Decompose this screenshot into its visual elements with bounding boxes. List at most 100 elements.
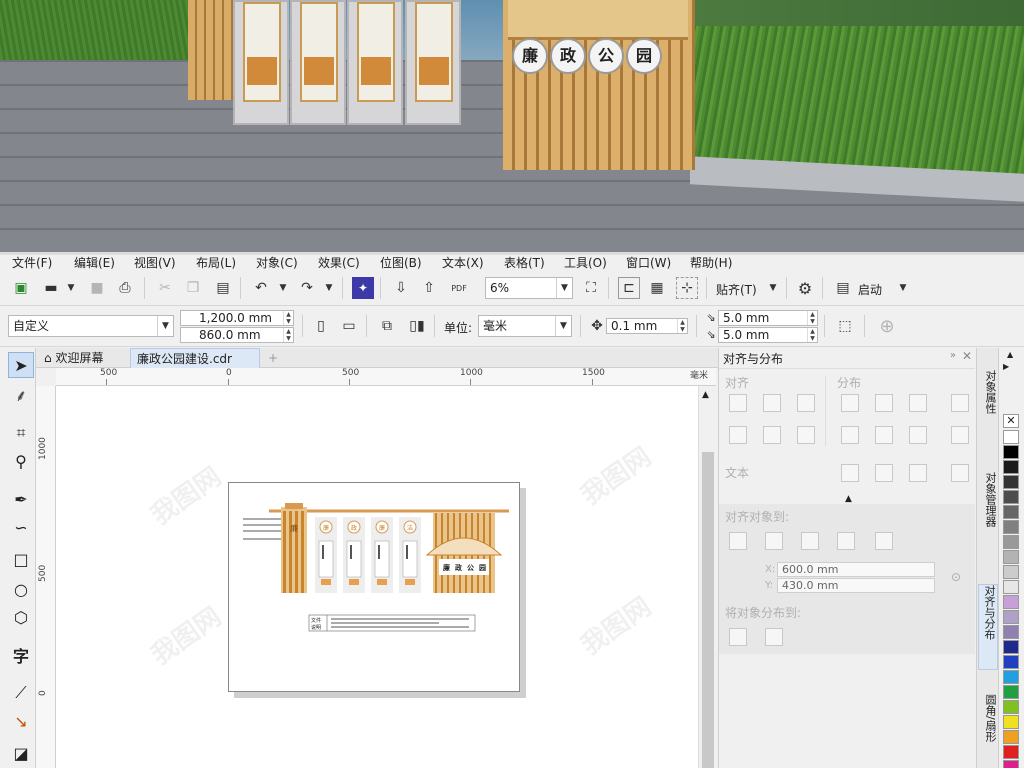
- save-icon[interactable]: ■: [86, 277, 108, 299]
- distribute-to-selection-icon[interactable]: [729, 628, 747, 646]
- palette-menu-icon[interactable]: ▶: [1003, 362, 1009, 371]
- drawing-canvas[interactable]: 廉 廉 政 廉 洁 廉 政 公 园 文件 说明 我图网 我图网 我图网 我图网: [56, 386, 698, 768]
- color-swatch[interactable]: [1003, 505, 1019, 519]
- close-icon[interactable]: ✕: [962, 349, 972, 363]
- color-swatch[interactable]: [1003, 520, 1019, 534]
- color-swatch[interactable]: [1003, 685, 1019, 699]
- color-swatch[interactable]: [1003, 595, 1019, 609]
- distribute-spacing-horizontal-icon[interactable]: [951, 394, 969, 412]
- zoom-level-dropdown[interactable]: 6% ▼: [485, 277, 573, 299]
- menu-help[interactable]: 帮助(H): [690, 255, 732, 270]
- color-swatch[interactable]: [1003, 625, 1019, 639]
- align-right-icon[interactable]: [797, 394, 815, 412]
- menu-window[interactable]: 窗口(W): [626, 255, 671, 270]
- open-dropdown-chevron-icon[interactable]: ▼: [60, 277, 82, 299]
- connector-tool-icon[interactable]: ↘: [8, 708, 34, 734]
- side-tab-align-distribute[interactable]: 对齐与分布: [978, 584, 998, 670]
- spinner-arrows-icon[interactable]: ▲ ▼: [283, 328, 293, 342]
- landscape-orientation-icon[interactable]: ▭: [338, 315, 360, 337]
- color-swatch[interactable]: [1003, 565, 1019, 579]
- paste-icon[interactable]: ▤: [212, 277, 234, 299]
- open-folder-icon[interactable]: ▬: [40, 277, 62, 299]
- snap-to-dropdown[interactable]: 贴齐(T): [716, 281, 757, 298]
- spinner-arrows-icon[interactable]: ▲ ▼: [807, 311, 817, 325]
- scrollbar-thumb[interactable]: [702, 452, 714, 768]
- color-swatch[interactable]: [1003, 490, 1019, 504]
- launch-icon[interactable]: ▤: [832, 277, 854, 299]
- side-tab-object-manager[interactable]: 对象管理器: [978, 472, 998, 558]
- color-swatch[interactable]: [1003, 580, 1019, 594]
- color-swatch[interactable]: [1003, 610, 1019, 624]
- new-tab-plus-icon[interactable]: +: [262, 348, 284, 368]
- color-swatch[interactable]: [1003, 700, 1019, 714]
- color-swatch[interactable]: [1003, 730, 1019, 744]
- palette-scroll-up-icon[interactable]: ▲: [1007, 350, 1013, 359]
- options-gear-icon[interactable]: ⚙: [794, 277, 816, 299]
- print-icon[interactable]: ⎙: [114, 277, 136, 299]
- parallel-dimension-tool-icon[interactable]: ⟋: [8, 680, 34, 706]
- distribute-to-page-icon[interactable]: [765, 628, 783, 646]
- pick-point-icon[interactable]: ⊙: [951, 570, 961, 584]
- color-swatch[interactable]: [1003, 760, 1019, 768]
- x-coordinate-input[interactable]: 600.0 mm: [777, 562, 935, 577]
- search-content-icon[interactable]: ✦: [352, 277, 374, 299]
- rectangle-tool-icon[interactable]: □: [8, 546, 34, 572]
- color-swatch[interactable]: [1003, 475, 1019, 489]
- menu-tools[interactable]: 工具(O): [564, 255, 607, 270]
- polygon-tool-icon[interactable]: ⬡: [8, 604, 34, 630]
- portrait-orientation-icon[interactable]: ▯: [310, 315, 332, 337]
- specified-point-icon[interactable]: [875, 532, 893, 550]
- pen-tool-icon[interactable]: ✒: [8, 486, 34, 512]
- tab-welcome-screen[interactable]: ⌂ 欢迎屏幕: [38, 348, 109, 368]
- copy-icon[interactable]: ❐: [182, 277, 204, 299]
- align-center-vertical-icon[interactable]: [763, 426, 781, 444]
- all-pages-icon[interactable]: ⧉: [376, 315, 398, 337]
- export-icon[interactable]: ⇧: [418, 277, 440, 299]
- page-edge-icon[interactable]: [765, 532, 783, 550]
- no-color-swatch-icon[interactable]: ✕: [1003, 414, 1019, 428]
- color-swatch[interactable]: [1003, 715, 1019, 729]
- design-artwork[interactable]: 廉 廉 政 廉 洁 廉 政 公 园 文件 说明: [229, 483, 519, 691]
- menu-layout[interactable]: 布局(L): [196, 255, 236, 270]
- new-document-icon[interactable]: ▣: [10, 277, 32, 299]
- shape-tool-icon[interactable]: ⸙: [8, 382, 34, 408]
- redo-icon[interactable]: ↷: [296, 277, 318, 299]
- redo-dropdown-icon[interactable]: ▼: [318, 277, 340, 299]
- menu-file[interactable]: 文件(F): [12, 255, 52, 270]
- align-center-horizontal-icon[interactable]: [763, 394, 781, 412]
- undo-icon[interactable]: ↶: [250, 277, 272, 299]
- color-swatch[interactable]: [1003, 460, 1019, 474]
- tab-document[interactable]: 廉政公园建设.cdr: [130, 348, 260, 368]
- publish-pdf-icon[interactable]: PDF: [448, 277, 470, 299]
- menu-view[interactable]: 视图(V): [134, 255, 176, 270]
- page-width-input[interactable]: 1,200.0 mm ▲ ▼: [180, 310, 294, 326]
- color-swatch[interactable]: [1003, 655, 1019, 669]
- crop-tool-icon[interactable]: ⌗: [8, 420, 34, 446]
- active-objects-icon[interactable]: [729, 532, 747, 550]
- text-first-baseline-icon[interactable]: [841, 464, 859, 482]
- spinner-arrows-icon[interactable]: ▲ ▼: [283, 311, 293, 325]
- color-swatch[interactable]: [1003, 550, 1019, 564]
- text-bounding-box-icon[interactable]: [909, 464, 927, 482]
- distribute-left-icon[interactable]: [841, 394, 859, 412]
- import-icon[interactable]: ⇩: [390, 277, 412, 299]
- align-bottom-icon[interactable]: [797, 426, 815, 444]
- menu-effects[interactable]: 效果(C): [318, 255, 360, 270]
- ellipse-tool-icon[interactable]: ○: [8, 576, 34, 602]
- distribute-center-icon[interactable]: [875, 394, 893, 412]
- menu-table[interactable]: 表格(T): [504, 255, 545, 270]
- units-dropdown[interactable]: 毫米 ▼: [478, 315, 572, 337]
- text-tool-icon[interactable]: 字: [8, 642, 34, 668]
- text-last-baseline-icon[interactable]: [875, 464, 893, 482]
- distribute-top-icon[interactable]: [841, 426, 859, 444]
- add-plus-icon[interactable]: ⊕: [876, 315, 898, 337]
- distribute-spacing-vertical-icon[interactable]: [951, 426, 969, 444]
- menu-bitmaps[interactable]: 位图(B): [380, 255, 422, 270]
- vertical-scrollbar[interactable]: ▲: [698, 386, 716, 768]
- show-guidelines-icon[interactable]: ⊹: [676, 277, 698, 299]
- spinner-arrows-icon[interactable]: ▲ ▼: [807, 328, 817, 342]
- color-swatch[interactable]: [1003, 445, 1019, 459]
- page-height-input[interactable]: 860.0 mm ▲ ▼: [180, 327, 294, 343]
- current-page-icon[interactable]: ▯▮: [406, 315, 428, 337]
- page-center-icon[interactable]: [801, 532, 819, 550]
